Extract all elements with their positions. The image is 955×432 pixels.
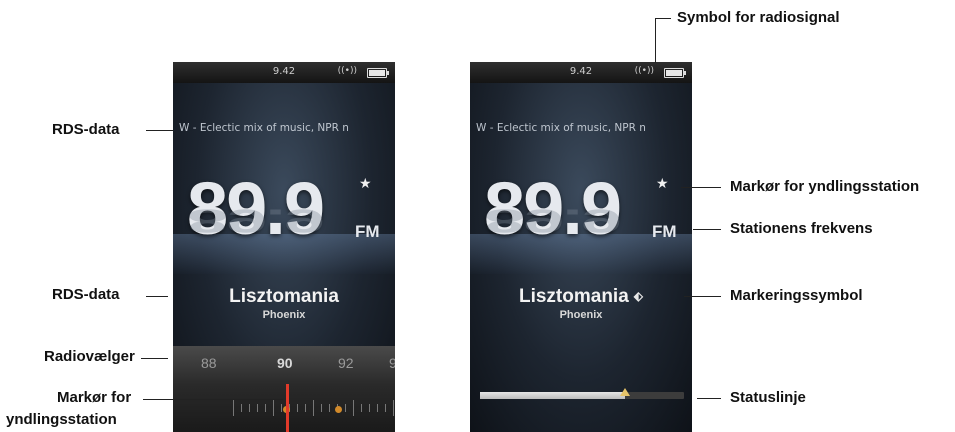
callout-station-frequency: Stationens frekvens	[730, 220, 873, 237]
tuner-tick	[393, 400, 394, 416]
artist-name: Phoenix	[262, 309, 306, 321]
leader-line	[655, 18, 656, 63]
status-progress-bar[interactable]	[480, 388, 684, 399]
leader-line	[684, 296, 721, 297]
tuner-tick	[345, 404, 346, 412]
tuner-tick	[321, 404, 322, 412]
progress-thumb[interactable]	[619, 388, 630, 396]
tuner-label: 90	[277, 355, 293, 371]
callout-favorite-marker-line1: Markør for	[57, 389, 132, 406]
tuner-tick	[297, 404, 298, 412]
band-label: FM	[652, 222, 677, 241]
clock: 9.42	[272, 66, 296, 77]
tuner-needle[interactable]	[286, 384, 289, 432]
callout-rds-data-top: RDS-data	[52, 121, 120, 138]
tuner-label: 9	[389, 355, 395, 371]
tuner-tick	[249, 404, 250, 412]
leader-line	[655, 18, 671, 19]
tuner-tick	[377, 404, 378, 412]
favorite-star-icon[interactable]: ★	[359, 176, 372, 192]
status-bar: 9.42 ((•))	[470, 62, 692, 83]
screen-right-playback: 9.42 ((•)) W - Eclectic mix of music, NP…	[470, 62, 692, 432]
tuner-tick	[265, 404, 266, 412]
song-title: Lisztomania	[229, 286, 339, 307]
tuner-tick	[233, 400, 234, 416]
tuner-tick	[257, 404, 258, 412]
progress-fill	[480, 392, 625, 399]
battery-icon	[664, 68, 686, 78]
band-label: FM	[355, 222, 380, 241]
callout-favorite-marker-line2: yndlingsstation	[6, 411, 117, 428]
tuner-tick	[313, 400, 314, 416]
tuner-tick	[281, 404, 282, 412]
tag-icon[interactable]: ⬖	[634, 289, 643, 303]
tuner-label: 88	[201, 355, 217, 371]
leader-line	[146, 130, 173, 131]
song-title: Lisztomania	[518, 286, 629, 307]
tuner-tick	[305, 404, 306, 412]
leader-line	[141, 358, 168, 359]
battery-icon	[367, 68, 389, 78]
callout-tag-symbol: Markeringssymbol	[730, 287, 863, 304]
tuner-tick	[329, 404, 330, 412]
status-bar: 9.42 ((•))	[173, 62, 395, 83]
rds-text: W - Eclectic mix of music, NPR n	[476, 122, 646, 134]
callout-favorite-marker: Markør for yndlingsstation	[730, 178, 920, 195]
screen-left-tuner: 9.42 ((•)) W - Eclectic mix of music, NP…	[173, 62, 395, 432]
radio-signal-icon: ((•))	[634, 66, 654, 76]
tuner-tick	[385, 404, 386, 412]
tuner-tick	[241, 404, 242, 412]
leader-line	[681, 187, 721, 188]
radio-signal-icon: ((•))	[337, 66, 357, 76]
callout-rds-data-mid: RDS-data	[52, 286, 120, 303]
leader-line	[697, 398, 721, 399]
tuner-label: 92	[338, 355, 354, 371]
leader-line	[693, 229, 721, 230]
callout-tuner: Radiovælger	[44, 348, 135, 365]
favorite-marker[interactable]	[335, 406, 342, 413]
artist-name: Phoenix	[559, 309, 603, 321]
tuner-tick	[353, 400, 354, 416]
tuner-tick	[369, 404, 370, 412]
frequency-reflection: 89.9	[484, 202, 621, 240]
song-title-row: Lisztomania ⬖	[470, 286, 692, 308]
frequency-reflection: 89.9	[187, 202, 324, 240]
favorite-star-icon[interactable]: ★	[656, 176, 669, 192]
tuner-tick	[273, 400, 274, 416]
callout-status-line: Statuslinje	[730, 389, 806, 406]
leader-line	[146, 296, 168, 297]
clock: 9.42	[569, 66, 593, 77]
leader-line	[143, 399, 283, 400]
rds-text: W - Eclectic mix of music, NPR n	[179, 122, 349, 134]
callout-radio-signal: Symbol for radiosignal	[677, 9, 840, 26]
tuner-tick	[361, 404, 362, 412]
radio-tuner-dial[interactable]: 88 90 92 9	[173, 346, 395, 432]
